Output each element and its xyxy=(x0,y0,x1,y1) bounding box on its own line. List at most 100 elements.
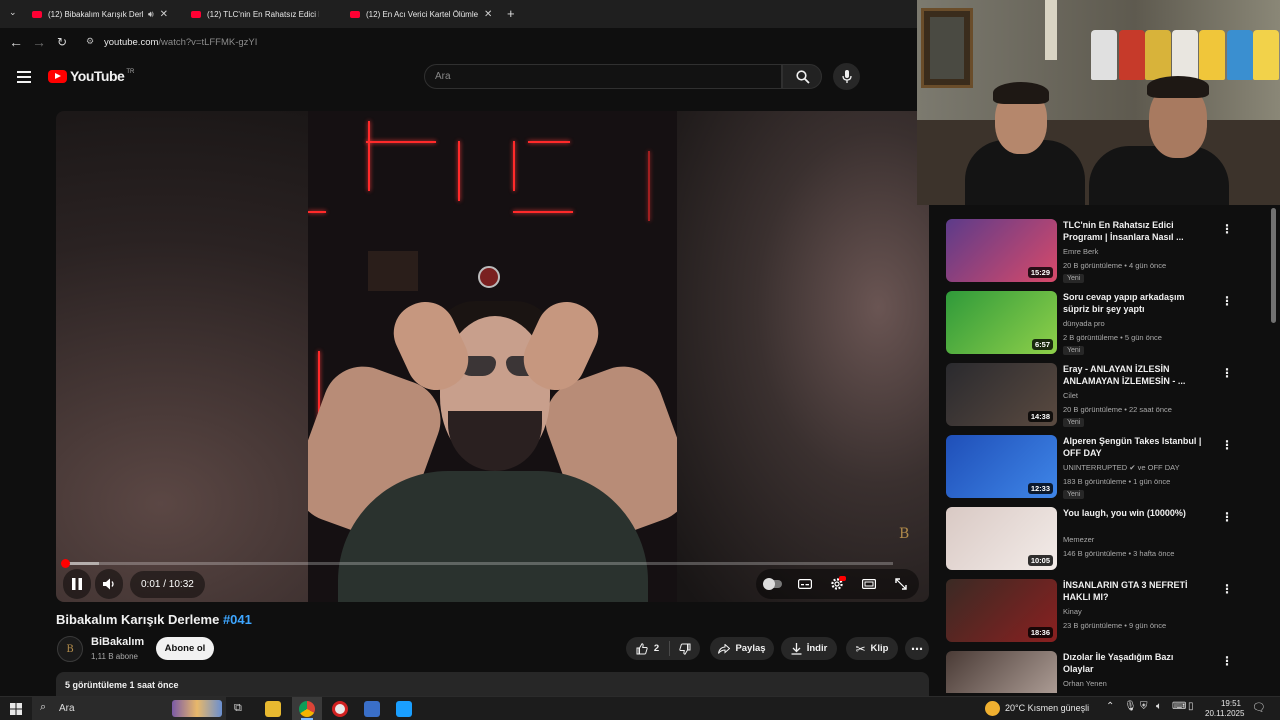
video-player[interactable]: B 0:01 / 10:32 xyxy=(56,111,929,602)
channel-name[interactable]: BiBakalım xyxy=(91,636,144,648)
video-duration: 15:29 xyxy=(1027,267,1053,278)
channel-watermark[interactable]: B xyxy=(899,526,909,542)
recommendation-item[interactable]: Dızolar İle Yaşadığım Bazı Olaylar Orhan … xyxy=(946,651,1256,693)
recommendation-channel[interactable]: dünyada pro xyxy=(1063,319,1105,328)
file-explorer-icon[interactable] xyxy=(265,701,281,717)
recommendation-channel[interactable]: Cilet xyxy=(1063,391,1078,400)
voice-search-button[interactable] xyxy=(833,63,860,90)
tray-chevron-up-icon[interactable]: ⌃ xyxy=(1106,701,1114,712)
clip-button[interactable]: ✂︎ Klip xyxy=(846,637,898,660)
recommendation-item[interactable]: 18:36 İNSANLARIN GTA 3 NEFRETİ HAKLI MI? K… xyxy=(946,579,1256,647)
recommendation-title[interactable]: İNSANLARIN GTA 3 NEFRETİ HAKLI MI? xyxy=(1063,579,1203,603)
video-thumbnail[interactable]: 15:29 xyxy=(946,219,1057,282)
back-arrow-icon[interactable]: ← xyxy=(9,34,23,50)
recommendation-channel[interactable]: Orhan Yenen xyxy=(1063,679,1107,688)
youtube-logo[interactable]: YouTube TR xyxy=(48,68,134,84)
autoplay-toggle[interactable] xyxy=(762,575,784,593)
recommendation-title[interactable]: Eray - ANLAYAN İZLESİN ANLAMAYAN İZLEMES… xyxy=(1063,363,1203,387)
windows-start-icon[interactable] xyxy=(10,703,22,715)
recommendation-channel[interactable]: Memezer xyxy=(1063,535,1094,544)
download-button[interactable]: İndir xyxy=(781,637,837,660)
task-view-icon[interactable]: ⧉ xyxy=(234,702,242,715)
more-vertical-icon[interactable]: ⋮ xyxy=(1221,294,1233,308)
more-vertical-icon[interactable]: ⋮ xyxy=(1221,222,1233,236)
recommendation-channel[interactable]: Kinay xyxy=(1063,607,1082,616)
video-thumbnail[interactable]: 10:05 xyxy=(946,507,1057,570)
url-field[interactable]: youtube.com/watch?v=tLFFMK-gzYI xyxy=(104,37,257,48)
sidebar-scrollbar[interactable] xyxy=(1271,208,1276,323)
speaker-icon[interactable]: 🔊︎ xyxy=(148,9,154,20)
app-icon-obs[interactable] xyxy=(332,701,348,717)
video-thumbnail[interactable] xyxy=(946,651,1057,693)
speaker-tray-icon[interactable]: 🔈︎ xyxy=(1156,701,1162,712)
subtitles-button[interactable] xyxy=(794,575,816,593)
recommendation-title[interactable]: Soru cevap yapıp arkadaşım süpriz bir şe… xyxy=(1063,291,1203,315)
jersey xyxy=(1145,30,1171,80)
battery-tray-icon[interactable]: ▯ xyxy=(1188,701,1194,712)
more-vertical-icon[interactable]: ⋮ xyxy=(1221,582,1233,596)
fullscreen-button[interactable] xyxy=(890,575,912,593)
reload-icon[interactable]: ↻ xyxy=(57,35,67,49)
recommendation-item[interactable]: 14:38 Eray - ANLAYAN İZLESİN ANLAMAYAN İZ… xyxy=(946,363,1256,431)
recommendation-title[interactable]: Alperen Şengün Takes Istanbul | OFF DAY xyxy=(1063,435,1203,459)
recommendation-channel[interactable]: Emre Berk xyxy=(1063,247,1098,256)
tab-3[interactable]: (12) En Acı Verici Kartel Ölümle ✕ xyxy=(350,4,498,24)
recommendation-title[interactable]: TLC'nin En Rahatsız Edici Programı | İns… xyxy=(1063,219,1203,243)
new-tab-plus-icon[interactable]: + xyxy=(507,6,515,21)
video-hashtag[interactable]: #041 xyxy=(223,612,252,627)
tab-2[interactable]: (12) TLC'nin En Rahatsız Edici Pı xyxy=(191,4,339,24)
recommendation-title[interactable]: You laugh, you win (10000%) xyxy=(1063,507,1203,519)
video-thumbnail[interactable]: 14:38 xyxy=(946,363,1057,426)
channel-avatar[interactable]: B xyxy=(57,636,83,662)
dislike-button[interactable] xyxy=(670,637,700,660)
video-thumbnail[interactable]: 18:36 xyxy=(946,579,1057,642)
tab-close-icon[interactable]: ✕ xyxy=(160,9,168,20)
recommendation-item[interactable]: 15:29 TLC'nin En Rahatsız Edici Programı … xyxy=(946,219,1256,287)
recommendation-channel[interactable]: UNINTERRUPTED ✔︎ ve OFF DAY xyxy=(1063,463,1180,472)
weather-text[interactable]: 20°C Kısmen güneşli xyxy=(1005,703,1089,713)
microphone-tray-icon[interactable]: 🎙︎ xyxy=(1124,701,1137,712)
video-thumbnail[interactable]: 6:57 xyxy=(946,291,1057,354)
recommendation-item[interactable]: 12:33 Alperen Şengün Takes Istanbul | OFF… xyxy=(946,435,1256,503)
notifications-icon[interactable]: 🗨︎ xyxy=(1252,701,1266,714)
recommendation-item[interactable]: 10:05 You laugh, you win (10000%) Memezer 1… xyxy=(946,507,1256,575)
chrome-taskbar-active[interactable] xyxy=(292,697,322,720)
curtain xyxy=(1045,0,1057,60)
recommendation-item[interactable]: 6:57 Soru cevap yapıp arkadaşım süpriz bi… xyxy=(946,291,1256,359)
more-vertical-icon[interactable]: ⋮ xyxy=(1221,510,1233,524)
forward-arrow-icon[interactable]: → xyxy=(32,34,46,50)
video-frame[interactable] xyxy=(308,111,677,602)
search-input[interactable]: Ara xyxy=(424,64,782,89)
tab-list-chevron-icon[interactable]: ⌄ xyxy=(9,7,17,18)
progress-bar[interactable] xyxy=(66,562,893,565)
description-box[interactable]: 5 görüntüleme 1 saat önce xyxy=(56,672,929,696)
weather-sun-icon[interactable] xyxy=(985,701,1000,716)
taskbar-clock[interactable]: 19:51 20.11.2025 xyxy=(1205,699,1244,719)
settings-button[interactable] xyxy=(826,575,848,593)
menu-hamburger-icon[interactable] xyxy=(17,71,31,83)
more-vertical-icon[interactable]: ⋮ xyxy=(1221,654,1233,668)
theater-mode-button[interactable] xyxy=(858,575,880,593)
more-vertical-icon[interactable]: ⋮ xyxy=(1221,366,1233,380)
security-tray-icon[interactable]: ⛨ xyxy=(1140,701,1148,712)
network-tray-icon[interactable]: ⌨︎ xyxy=(1172,701,1186,712)
tab-close-icon[interactable]: ✕ xyxy=(484,9,492,20)
more-vertical-icon[interactable]: ⋮ xyxy=(1221,438,1233,452)
pause-button[interactable] xyxy=(63,569,91,599)
recommendation-title[interactable]: Dızolar İle Yaşadığım Bazı Olaylar xyxy=(1063,651,1203,675)
steam-icon[interactable] xyxy=(396,701,412,717)
progress-buffered xyxy=(66,562,100,565)
more-actions-button[interactable]: ⋯ xyxy=(905,637,929,660)
search-button[interactable] xyxy=(782,64,822,89)
progress-scrubber[interactable] xyxy=(61,559,70,568)
app-icon-window[interactable] xyxy=(364,701,380,717)
share-button[interactable]: Paylaş xyxy=(710,637,774,660)
video-thumbnail[interactable]: 12:33 xyxy=(946,435,1057,498)
tab-active[interactable]: (12) Bibakalım Karışık Derle 🔊︎ ✕ xyxy=(32,4,180,24)
volume-button[interactable] xyxy=(95,569,123,599)
autoplay-knob xyxy=(763,578,775,590)
clock-time: 19:51 xyxy=(1220,699,1241,708)
like-button[interactable]: 2 xyxy=(626,637,669,660)
site-info-icon[interactable]: ⚙︎ xyxy=(86,36,94,47)
subscribe-button[interactable]: Abone ol xyxy=(156,637,214,660)
